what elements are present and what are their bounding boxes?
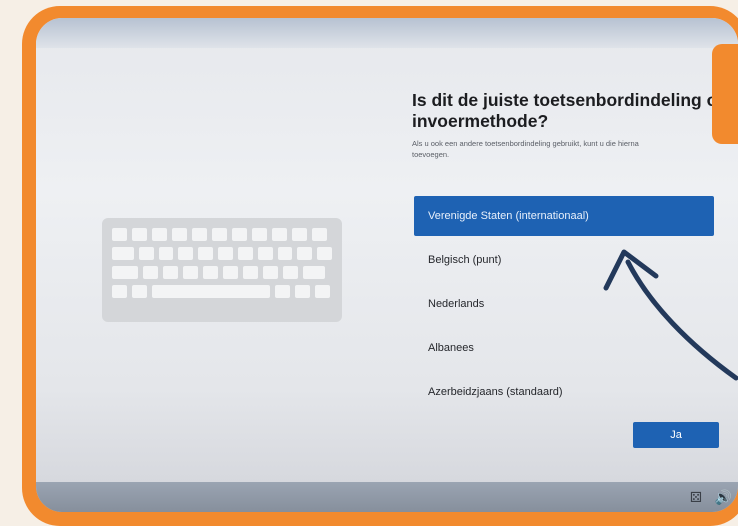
keyboard-row — [112, 285, 332, 298]
keyboard-row — [112, 266, 332, 279]
yes-button[interactable]: Ja — [633, 422, 719, 448]
keyboard-illustration-icon — [102, 218, 342, 322]
setup-screen: Is dit de juiste toetsenbordindeling of … — [36, 18, 738, 512]
taskbar: ⚄ 🔊 — [36, 482, 738, 512]
layout-option-albanian[interactable]: Albanees — [414, 328, 714, 368]
volume-icon[interactable]: 🔊 — [715, 489, 732, 506]
layout-option-dutch[interactable]: Nederlands — [414, 284, 714, 324]
orange-side-tab — [712, 44, 738, 144]
keyboard-row — [112, 228, 332, 241]
page-title: Is dit de juiste toetsenbordindeling of … — [412, 90, 724, 131]
screen-top-edge — [36, 18, 738, 48]
page-description: Als u ook een andere toetsenbordindeling… — [412, 138, 738, 160]
description-line: Als u ook een andere toetsenbordindeling… — [412, 139, 639, 148]
layout-option-belgian-period[interactable]: Belgisch (punt) — [414, 240, 714, 280]
layout-option-azerbaijani[interactable]: Azerbeidzjaans (standaard) — [414, 372, 714, 412]
keyboard-layout-list: Verenigde Staten (internationaal) Belgis… — [414, 196, 714, 416]
description-line: toevoegen. — [412, 150, 450, 159]
layout-option-us-international[interactable]: Verenigde Staten (internationaal) — [414, 196, 714, 236]
accessibility-icon[interactable]: ⚄ — [690, 489, 702, 506]
keyboard-row — [112, 247, 333, 260]
